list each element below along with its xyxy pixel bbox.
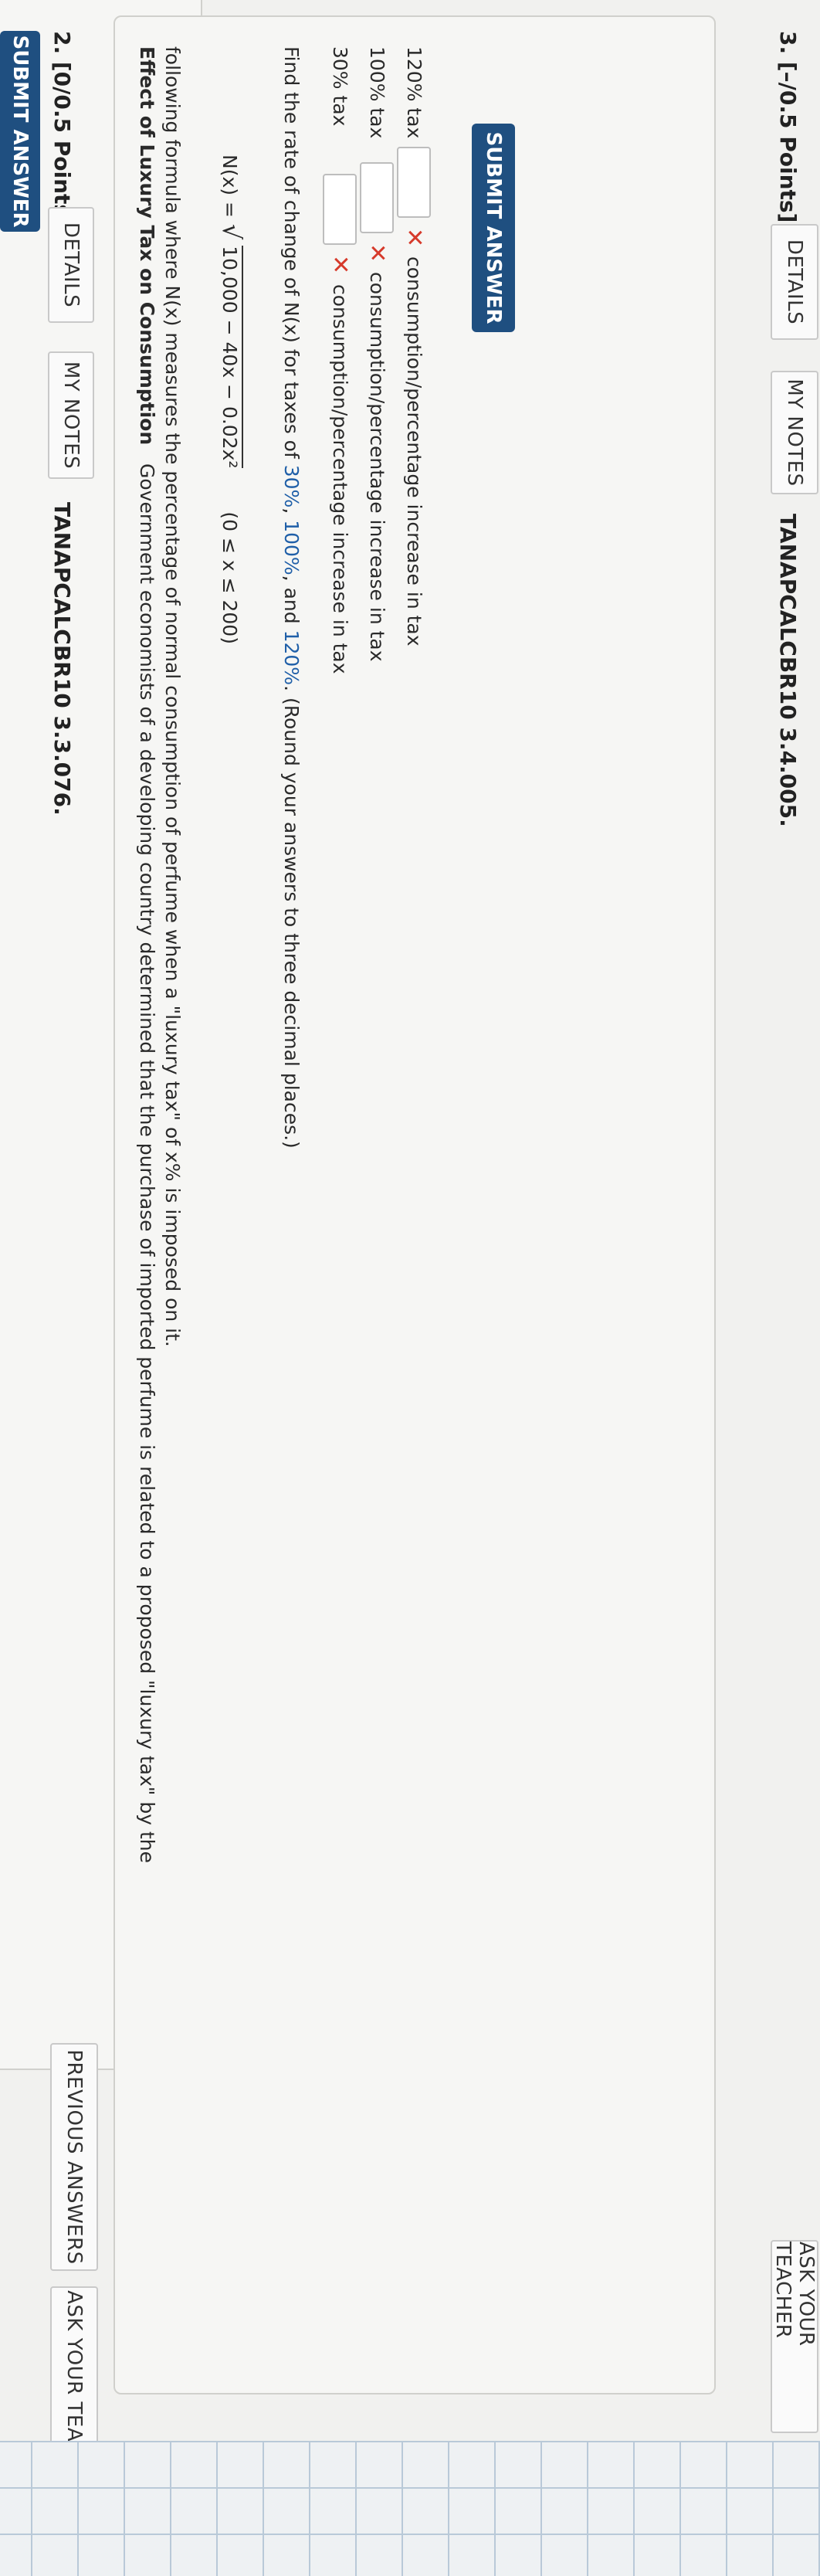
row-unit: consumption/percentage increase in tax: [366, 272, 388, 662]
formula: N(x) = √ 10,000 − 40x − 0.02x² (0 ≤ x ≤ …: [216, 154, 246, 644]
q3-question-code: TANAPCALCBR10 3.4.005.: [775, 514, 801, 827]
details-button[interactable]: DETAILS: [48, 207, 94, 323]
answer-input-30[interactable]: [323, 174, 357, 245]
previous-answers-button[interactable]: PREVIOUS ANSWERS: [50, 2043, 98, 2271]
question-3-number: 3. [–/0.5 Points]: [775, 31, 801, 223]
sqrt-icon: √: [217, 223, 246, 240]
incorrect-icon: ✕: [401, 228, 428, 248]
instruction-pre: Find the rate of change of N(x) for taxe…: [280, 46, 303, 465]
my-notes-button[interactable]: MY NOTES: [48, 351, 94, 479]
previous-submit-button[interactable]: SUBMIT ANSWER: [0, 31, 40, 232]
question-2-number: 2. [0/0.5 Points]: [49, 31, 75, 227]
row-unit: consumption/percentage increase in tax: [329, 284, 351, 674]
row-label: 100% tax: [366, 46, 388, 139]
q3-ask-your-teacher-button[interactable]: ASK YOUR TEACHER: [771, 2240, 818, 2433]
tax-30-highlight: 30%: [280, 464, 303, 508]
incorrect-icon: ✕: [364, 243, 391, 263]
question-title: Effect of Luxury Tax on Consumption: [136, 46, 158, 446]
intro-line-1: Government economists of a developing co…: [136, 463, 158, 1863]
q3-my-notes-button[interactable]: MY NOTES: [771, 371, 818, 494]
instruction: Find the rate of change of N(x) for taxe…: [278, 46, 304, 1149]
page: SUBMIT ANSWER 2. [0/0.5 Points] DETAILS …: [0, 0, 820, 2576]
separator-2: , and: [280, 575, 303, 630]
intro-line-2: following formula where N(x) measures th…: [161, 46, 184, 1347]
answer-input-100[interactable]: [360, 162, 394, 233]
background-graph-paper: [0, 2441, 820, 2576]
question-intro: Effect of Luxury Tax on Consumption Gove…: [134, 46, 160, 2286]
row-unit: consumption/percentage increase in tax: [403, 256, 425, 647]
incorrect-icon: ✕: [327, 255, 354, 275]
answer-input-120[interactable]: [397, 147, 431, 218]
tax-120-highlight: 120%: [280, 630, 303, 686]
row-label: 30% tax: [329, 46, 351, 127]
instruction-post: . (Round your answers to three decimal p…: [280, 685, 303, 1149]
tax-100-highlight: 100%: [280, 520, 303, 575]
formula-lhs: N(x) =: [219, 154, 241, 224]
formula-radicand: 10,000 − 40x − 0.02x²: [219, 246, 243, 469]
separator-1: ,: [280, 507, 303, 521]
question-code: TANAPCALCBR10 3.3.076.: [49, 502, 75, 816]
formula-domain: (0 ≤ x ≤ 200): [219, 511, 241, 644]
submit-answer-button[interactable]: SUBMIT ANSWER: [472, 124, 515, 332]
q3-details-button[interactable]: DETAILS: [771, 224, 818, 340]
row-label: 120% tax: [403, 46, 425, 139]
